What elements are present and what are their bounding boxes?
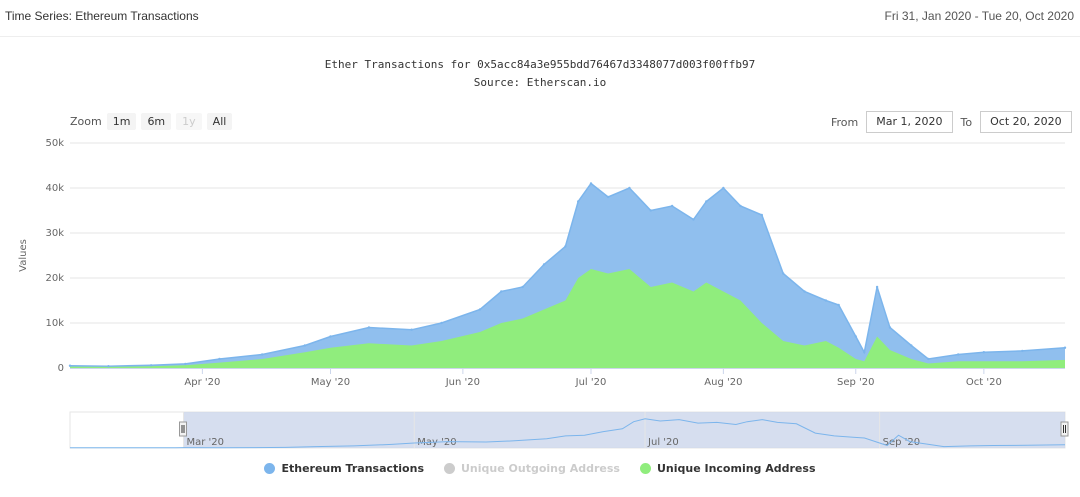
legend-item-transactions[interactable]: Ethereum Transactions (264, 462, 424, 475)
point-transactions (670, 204, 674, 208)
point-transactions (803, 290, 806, 293)
point-transactions (500, 290, 503, 293)
point-transactions (854, 335, 857, 338)
legend-outgoing-label: Unique Outgoing Address (461, 462, 620, 475)
point-transactions (875, 285, 879, 289)
legend-item-incoming[interactable]: Unique Incoming Address (639, 462, 816, 475)
legend-incoming-label: Unique Incoming Address (656, 462, 816, 475)
legend: Ethereum Transactions Unique Outgoing Ad… (0, 462, 1080, 475)
y-axis-label: Values (18, 239, 29, 272)
point-transactions (781, 272, 785, 275)
point-transactions (218, 357, 221, 361)
y-tick-label: 40k (45, 183, 64, 194)
y-tick-label: 50k (45, 138, 64, 149)
point-transactions (589, 182, 593, 185)
y-tick-label: 20k (45, 273, 64, 284)
legend-item-outgoing[interactable]: Unique Outgoing Address (444, 462, 620, 475)
point-transactions (367, 326, 371, 329)
point-transactions (606, 195, 610, 199)
point-transactions (440, 321, 443, 325)
x-tick-label: May '20 (311, 377, 350, 388)
point-transactions (927, 357, 930, 361)
point-transactions (692, 218, 695, 221)
x-tick-label: Jun '20 (445, 377, 480, 388)
y-tick-label: 0 (58, 363, 64, 374)
point-transactions (68, 364, 72, 367)
point-transactions (107, 365, 110, 368)
legend-transactions-label: Ethereum Transactions (281, 462, 424, 475)
x-tick-label: Apr '20 (184, 377, 220, 388)
x-tick-label: Oct '20 (966, 377, 1002, 388)
chart-area: 0 10k 20k 30k 40k 50k Values Apr '20 May '20 Jun … (18, 138, 1069, 449)
point-transactions (576, 200, 580, 203)
navigator-x-label: Jul '20 (647, 437, 679, 448)
point-transactions (564, 245, 567, 248)
x-tick-label: Aug '20 (704, 377, 742, 388)
navigator-right-handle[interactable] (1060, 421, 1069, 437)
point-transactions (910, 344, 913, 347)
point-transactions (628, 186, 631, 190)
point-transactions (329, 335, 332, 338)
point-transactions (542, 263, 546, 266)
point-transactions (410, 328, 413, 331)
point-transactions (184, 362, 187, 366)
legend-transactions-dot-icon (264, 463, 276, 474)
point-transactions (760, 213, 764, 217)
x-tick-label: Sep '20 (837, 377, 875, 388)
point-transactions (837, 303, 840, 307)
point-transactions (863, 351, 866, 354)
point-transactions (722, 186, 725, 190)
y-tick-label: 30k (45, 228, 64, 239)
point-transactions (260, 353, 264, 356)
legend-outgoing-dot-icon (444, 463, 455, 474)
point-transactions (149, 364, 153, 367)
point-transactions (1063, 346, 1067, 349)
navigator-selection (183, 412, 1065, 448)
point-transactions (957, 353, 960, 356)
point-transactions (478, 308, 482, 311)
y-tick-label: 10k (45, 318, 64, 329)
point-transactions (739, 204, 742, 208)
navigator-x-label: Mar '20 (186, 437, 224, 448)
point-transactions (521, 285, 524, 289)
x-tick-label: Jul '20 (575, 377, 607, 388)
point-transactions (303, 344, 307, 347)
point-transactions (824, 299, 828, 302)
point-transactions (1021, 349, 1024, 353)
point-transactions (705, 200, 708, 203)
point-transactions (982, 351, 986, 354)
legend-incoming-dot-icon (639, 463, 651, 474)
point-transactions (649, 209, 652, 212)
navigator-left-handle[interactable] (178, 421, 187, 437)
point-transactions (888, 326, 892, 329)
